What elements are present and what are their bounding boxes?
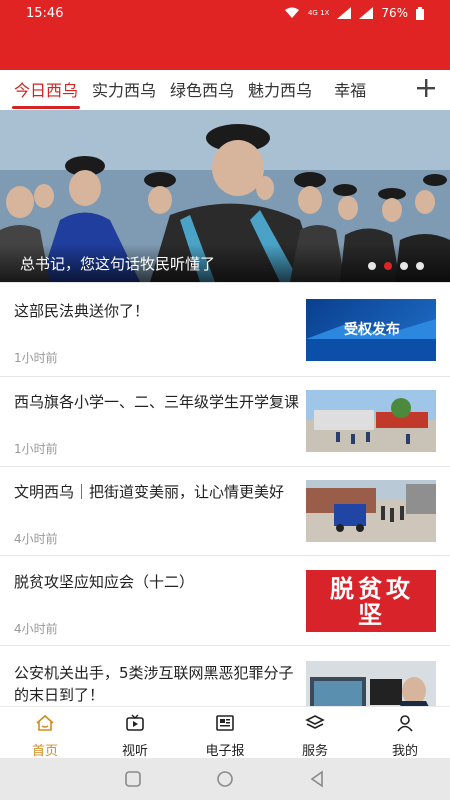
- news-thumbnail: 脱贫攻坚: [306, 570, 436, 632]
- tab-charm[interactable]: 魅力西乌: [248, 77, 312, 101]
- tab-label: 幸福: [334, 81, 367, 100]
- news-title: 这部民法典送你了！: [14, 302, 150, 320]
- nav-video[interactable]: 视听: [90, 707, 180, 759]
- status-time: 15:46: [26, 6, 64, 21]
- battery-icon: [416, 6, 424, 20]
- battery-percent: 76%: [381, 6, 408, 20]
- banner-carousel[interactable]: 总书记，您这句话牧民听懂了: [0, 110, 450, 282]
- category-tabs: 今日西乌 实力西乌 绿色西乌 魅力西乌 幸福: [0, 70, 450, 109]
- carousel-dot: [400, 262, 408, 270]
- system-navigation-bar: [0, 758, 450, 800]
- nav-label: 服务: [301, 744, 328, 759]
- add-channel-icon[interactable]: [416, 78, 436, 98]
- home-icon: [36, 714, 54, 731]
- news-time: 1小时前: [14, 351, 58, 365]
- news-thumbnail: 受权发布: [306, 299, 436, 361]
- news-thumbnail: [306, 480, 436, 542]
- home-button-icon[interactable]: [216, 770, 234, 788]
- banner-caption: 总书记，您这句话牧民听懂了: [20, 255, 216, 273]
- nav-label: 首页: [31, 744, 58, 759]
- news-item[interactable]: 公安机关出手，5类涉互联网黑恶犯罪分子的末日到了！: [0, 650, 450, 706]
- police-photo: [306, 661, 436, 706]
- news-title: 脱贫攻坚应知应会（十二）: [14, 573, 195, 591]
- street-photo: [306, 480, 436, 542]
- news-thumbnail: [306, 390, 436, 452]
- nav-services[interactable]: 服务: [270, 707, 360, 759]
- nav-mine[interactable]: 我的: [360, 707, 450, 759]
- nav-label: 电子报: [205, 744, 245, 759]
- tab-happiness[interactable]: 幸福: [334, 77, 366, 101]
- tab-label: 今日西乌: [14, 81, 79, 100]
- tab-today[interactable]: 今日西乌: [12, 77, 81, 109]
- app-header: [0, 26, 450, 70]
- network-label: 4G 1X: [307, 8, 330, 17]
- status-icons: 4G 1X 76%: [284, 6, 424, 20]
- carousel-dot: [416, 262, 424, 270]
- news-title: 文明西乌｜把街道变美丽，让心情更美好: [14, 483, 285, 501]
- divider: [0, 282, 450, 283]
- nav-label: 我的: [391, 744, 418, 759]
- signal-icon: [337, 7, 352, 19]
- bottom-navigation: 首页 视听 电子报 服务 我的: [0, 706, 450, 759]
- wifi-icon: [284, 7, 299, 18]
- thumbnail-text: 受权发布: [344, 322, 400, 338]
- news-item[interactable]: 文明西乌｜把街道变美丽，让心情更美好 4小时前: [0, 469, 450, 557]
- tab-label: 魅力西乌: [248, 81, 313, 100]
- nav-epaper[interactable]: 电子报: [180, 707, 270, 759]
- nav-label: 视听: [121, 744, 148, 759]
- carousel-dots: [368, 262, 424, 270]
- recents-button-icon[interactable]: [124, 770, 142, 788]
- divider: [0, 555, 450, 556]
- thumbnail-text: 脱贫攻坚: [330, 575, 414, 629]
- layers-icon: [305, 715, 325, 729]
- news-time: 1小时前: [14, 442, 58, 456]
- news-title: 西乌旗各小学一、二、三年级学生开学复课: [14, 393, 300, 411]
- tv-icon: [126, 714, 144, 731]
- tab-label: 实力西乌: [92, 81, 157, 100]
- carousel-dot-active: [384, 262, 392, 270]
- news-time: 4小时前: [14, 532, 58, 546]
- school-photo: [306, 390, 436, 452]
- nav-home[interactable]: 首页: [0, 707, 90, 759]
- divider: [0, 376, 450, 377]
- news-item[interactable]: 这部民法典送你了！ 1小时前 受权发布: [0, 288, 450, 376]
- divider: [0, 466, 450, 467]
- carousel-dot: [368, 262, 376, 270]
- tab-strength[interactable]: 实力西乌: [92, 77, 156, 101]
- newspaper-icon: [216, 715, 234, 731]
- tab-active-indicator: [12, 106, 81, 109]
- back-button-icon[interactable]: [308, 770, 326, 788]
- news-item[interactable]: 西乌旗各小学一、二、三年级学生开学复课 1小时前: [0, 379, 450, 467]
- user-icon: [397, 715, 413, 732]
- news-item[interactable]: 脱贫攻坚应知应会（十二） 4小时前 脱贫攻坚: [0, 559, 450, 647]
- news-title: 公安机关出手，5类涉互联网黑恶犯罪分子的末日到了！: [14, 664, 294, 704]
- status-bar: 15:46 4G 1X 76%: [0, 0, 450, 26]
- tab-green[interactable]: 绿色西乌: [170, 77, 234, 101]
- news-time: 4小时前: [14, 622, 58, 636]
- divider: [0, 645, 450, 646]
- signal-icon-2: [359, 7, 374, 19]
- news-thumbnail: [306, 661, 436, 706]
- tab-label: 绿色西乌: [170, 81, 235, 100]
